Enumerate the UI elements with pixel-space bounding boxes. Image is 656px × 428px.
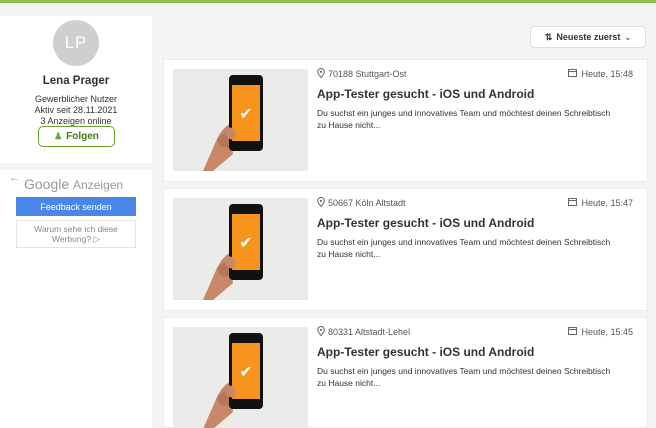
anzeigen-label: Anzeigen bbox=[73, 178, 124, 192]
listing-description: Du suchst ein junges und innovatives Tea… bbox=[317, 237, 611, 259]
sort-dropdown[interactable]: ⇅ Neueste zuerst ⌄ bbox=[530, 26, 646, 48]
info-icon: ▷ bbox=[93, 234, 100, 244]
seller-profile-card: LP Lena Prager Gewerblicher Nutzer Aktiv… bbox=[0, 16, 152, 163]
listing-thumbnail[interactable]: ✔ bbox=[173, 198, 308, 300]
listing-title[interactable]: App-Tester gesucht - iOS und Android bbox=[317, 216, 534, 230]
location-pin-icon bbox=[317, 325, 325, 338]
follow-button[interactable]: ♟ Folgen bbox=[38, 126, 115, 147]
seller-name[interactable]: Lena Prager bbox=[0, 75, 152, 87]
listing-card[interactable]: ✔ 80331 Altstadt-Lehel Heute, 15:45 App-… bbox=[163, 317, 648, 428]
listing-card[interactable]: ✔ 50667 Köln Altstadt Heute, 15:47 App-T… bbox=[163, 188, 648, 311]
add-person-icon: ♟ bbox=[54, 131, 63, 141]
listing-thumbnail[interactable]: ✔ bbox=[173, 327, 308, 428]
date-text: Heute, 15:48 bbox=[581, 68, 633, 79]
sort-icon: ⇅ bbox=[544, 31, 553, 42]
svg-text:✔: ✔ bbox=[239, 362, 252, 381]
listing-description: Du suchst ein junges und innovatives Tea… bbox=[317, 366, 611, 388]
listing-date: Heute, 15:47 bbox=[568, 197, 633, 208]
svg-text:✔: ✔ bbox=[239, 104, 252, 123]
listing-thumbnail[interactable]: ✔ bbox=[173, 69, 308, 171]
listing-card[interactable]: ✔ 70188 Stuttgart-Ost Heute, 15:48 App-T… bbox=[163, 59, 648, 182]
listing-location: 70188 Stuttgart-Ost bbox=[317, 67, 407, 80]
why-this-ad-label: Warum sehe ich diese Werbung? bbox=[34, 224, 118, 244]
listing-location: 80331 Altstadt-Lehel bbox=[317, 325, 411, 338]
follow-label: Folgen bbox=[66, 131, 99, 142]
seller-active-since: Aktiv seit 28.11.2021 bbox=[34, 105, 118, 115]
back-arrow-icon[interactable]: ← bbox=[9, 172, 20, 184]
ad-panel: ← Google Anzeigen Feedback senden Warum … bbox=[0, 170, 152, 428]
listing-title[interactable]: App-Tester gesucht - iOS und Android bbox=[317, 345, 534, 359]
date-text: Heute, 15:45 bbox=[581, 326, 633, 337]
location-pin-icon bbox=[317, 67, 325, 80]
location-text: 50667 Köln Altstadt bbox=[328, 198, 406, 208]
feedback-button[interactable]: Feedback senden bbox=[16, 197, 136, 216]
listing-date: Heute, 15:48 bbox=[568, 68, 633, 79]
seller-ads-count: 3 Anzeigen online bbox=[40, 116, 112, 126]
listing-title[interactable]: App-Tester gesucht - iOS und Android bbox=[317, 87, 534, 101]
listing-location: 50667 Köln Altstadt bbox=[317, 196, 406, 209]
why-this-ad-button[interactable]: Warum sehe ich diese Werbung? ▷ bbox=[16, 220, 136, 248]
location-text: 80331 Altstadt-Lehel bbox=[328, 327, 411, 337]
listing-date: Heute, 15:45 bbox=[568, 326, 633, 337]
svg-text:✔: ✔ bbox=[239, 233, 252, 252]
avatar[interactable]: LP bbox=[53, 20, 99, 66]
google-ads-label: Google Anzeigen bbox=[24, 176, 123, 192]
calendar-icon bbox=[568, 68, 578, 79]
google-brand: Google bbox=[24, 176, 70, 192]
seller-type: Gewerblicher Nutzer bbox=[34, 94, 118, 104]
calendar-icon bbox=[568, 197, 578, 208]
date-text: Heute, 15:47 bbox=[581, 197, 633, 208]
location-text: 70188 Stuttgart-Ost bbox=[328, 69, 407, 79]
listing-description: Du suchst ein junges und innovatives Tea… bbox=[317, 108, 611, 130]
calendar-icon bbox=[568, 326, 578, 337]
chevron-down-icon: ⌄ bbox=[624, 32, 632, 42]
top-accent-bar bbox=[0, 0, 656, 3]
location-pin-icon bbox=[317, 196, 325, 209]
sort-label: Neueste zuerst bbox=[556, 32, 621, 42]
